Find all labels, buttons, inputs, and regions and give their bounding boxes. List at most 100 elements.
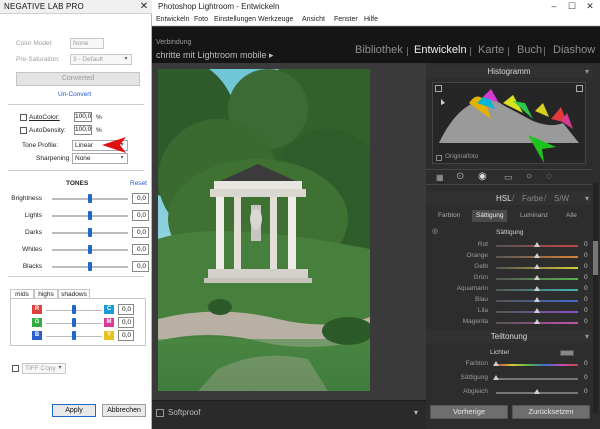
menu-hilfe[interactable]: Hilfe	[364, 13, 378, 26]
graduated-filter-icon[interactable]: ▭	[504, 172, 513, 183]
softproof-checkbox[interactable]	[156, 409, 164, 417]
cancel-button[interactable]: Abbrechen	[102, 404, 146, 417]
minimize-icon[interactable]: –	[545, 0, 563, 13]
module-bibliothek[interactable]: Bibliothek	[355, 44, 403, 56]
split-slider-knob[interactable]	[493, 361, 499, 366]
tone-slider-thumb[interactable]	[88, 228, 92, 237]
hsl-slider-knob[interactable]	[534, 286, 540, 291]
panel-scrollbar[interactable]	[593, 183, 598, 413]
lightroom-window: Photoshop Lightroom - Entwickeln – ☐ ✕ E…	[152, 0, 600, 429]
module-separator	[470, 47, 471, 56]
image-canvas[interactable]	[152, 63, 426, 400]
hsl-slider-knob[interactable]	[534, 253, 540, 258]
split-slider-track[interactable]	[496, 364, 578, 366]
spot-removal-icon[interactable]: ⊙	[456, 171, 464, 182]
tone-value-input[interactable]: 0,0	[132, 193, 149, 204]
subtab-farbton[interactable]: Farbton	[438, 210, 460, 222]
tone-slider-thumb[interactable]	[88, 245, 92, 254]
close-icon[interactable]: ✕	[581, 0, 599, 13]
subtab-saettigung[interactable]: Sättigung	[472, 210, 508, 222]
tone-slider-thumb[interactable]	[88, 194, 92, 203]
hsl-slider-knob[interactable]	[534, 297, 540, 302]
photo-gazebo[interactable]	[158, 69, 370, 391]
split-toning-title: Teiltonung	[490, 332, 528, 341]
autodensity-checkbox[interactable]	[20, 127, 27, 134]
autocolor-checkbox[interactable]	[20, 114, 27, 121]
tab-farbe[interactable]: Farbe	[522, 192, 543, 205]
channel-value-input[interactable]: 0,0	[118, 304, 134, 315]
menu-foto[interactable]: Foto	[194, 13, 208, 26]
color-model-select[interactable]: None	[70, 38, 104, 49]
original-checkbox[interactable]	[436, 155, 442, 161]
autocolor-input[interactable]: 100,0	[74, 112, 92, 122]
close-icon[interactable]: ✕	[138, 0, 150, 14]
brush-icon[interactable]: ◌	[546, 171, 552, 182]
tone-slider-thumb[interactable]	[88, 211, 92, 220]
pre-saturation-select[interactable]: 3 - Default ▾	[70, 54, 132, 65]
split-slider-knob[interactable]	[534, 389, 540, 394]
menu-entwickeln[interactable]: Entwickeln	[156, 13, 189, 26]
hsl-slider-knob[interactable]	[534, 319, 540, 324]
channel-slider-thumb[interactable]	[72, 331, 76, 340]
tone-value-input[interactable]: 0,0	[132, 210, 149, 221]
tab-hsl[interactable]: HSL	[496, 192, 512, 205]
menu-fenster[interactable]: Fenster	[334, 13, 358, 26]
channel-slider-thumb[interactable]	[72, 305, 76, 314]
identity-line-2[interactable]: chritte mit Lightroom mobile ▸	[156, 50, 274, 61]
tone-value-input[interactable]: 0,0	[132, 227, 149, 238]
tiff-copy-select[interactable]: TIFF Copy ▾	[22, 363, 66, 374]
hsl-slider-knob[interactable]	[534, 275, 540, 280]
hsl-row: Grün 0	[426, 274, 592, 284]
module-karte[interactable]: Karte	[478, 44, 504, 56]
screen: Photoshop Lightroom - Entwickeln – ☐ ✕ E…	[0, 0, 600, 429]
module-diashow[interactable]: Diashow	[553, 44, 595, 56]
channel-value-input[interactable]: 0,0	[118, 330, 134, 341]
autodensity-input[interactable]: 100,0	[74, 125, 92, 135]
tab-sw[interactable]: S/W	[554, 192, 569, 205]
tiff-copy-checkbox[interactable]	[12, 365, 19, 372]
target-adjust-icon[interactable]: ◎	[432, 227, 438, 235]
shadow-clip-icon[interactable]	[435, 85, 442, 92]
subtab-alle[interactable]: Alle	[566, 210, 577, 222]
tone-value-input[interactable]: 0,0	[132, 244, 149, 255]
menu-werkzeuge[interactable]: Werkzeuge	[258, 13, 293, 26]
radial-filter-icon[interactable]: ○	[526, 171, 532, 182]
red-eye-icon[interactable]: ◉	[478, 171, 487, 182]
sharpening-label: Sharpening	[36, 155, 70, 162]
hsl-slider-knob[interactable]	[534, 264, 540, 269]
menu-einstellungen[interactable]: Einstellungen	[214, 13, 256, 26]
tone-value-input[interactable]: 0,0	[132, 261, 149, 272]
converted-button[interactable]: Converted	[16, 72, 140, 86]
hsl-slider-knob[interactable]	[534, 308, 540, 313]
apply-button[interactable]: Apply	[52, 404, 96, 417]
hsl-header[interactable]: HSL / Farbe / S/W ▾	[426, 192, 592, 205]
hsl-row-label: Blau	[474, 296, 488, 303]
histogram-header[interactable]: Histogramm ▾	[426, 65, 592, 78]
sharpening-select[interactable]: None ▾	[72, 153, 128, 164]
lights-color-swatch[interactable]	[560, 350, 574, 356]
maximize-icon[interactable]: ☐	[563, 0, 581, 13]
highlight-clip-icon[interactable]	[576, 85, 583, 92]
split-row-label: Sättigung	[460, 374, 488, 381]
panel-scrollbar-thumb[interactable]	[593, 241, 598, 275]
menu-ansicht[interactable]: Ansicht	[302, 13, 325, 26]
split-toning-header[interactable]: Teiltonung ▾	[426, 330, 592, 343]
subtab-luminanz[interactable]: Luminanz	[520, 210, 548, 222]
split-slider-track[interactable]	[496, 378, 578, 380]
toolbar-menu-icon[interactable]: ▾	[414, 408, 418, 417]
reset-link[interactable]: Reset	[130, 180, 147, 187]
tone-slider-thumb[interactable]	[88, 262, 92, 271]
module-buch[interactable]: Buch	[517, 44, 542, 56]
collapse-icon[interactable]: ▾	[585, 192, 589, 205]
collapse-icon[interactable]: ▾	[585, 330, 589, 343]
module-entwickeln[interactable]: Entwickeln	[414, 44, 467, 56]
split-slider-knob[interactable]	[493, 375, 499, 380]
collapse-icon[interactable]: ▾	[585, 65, 589, 78]
reset-button[interactable]: Zurücksetzen	[512, 405, 590, 419]
unconvert-link[interactable]: Un-Convert	[58, 91, 91, 98]
crop-icon[interactable]: ▦	[436, 173, 444, 182]
previous-button[interactable]: Vorherige	[430, 405, 508, 419]
channel-value-input[interactable]: 0,0	[118, 317, 134, 328]
channel-slider-thumb[interactable]	[72, 318, 76, 327]
hsl-slider-knob[interactable]	[534, 242, 540, 247]
